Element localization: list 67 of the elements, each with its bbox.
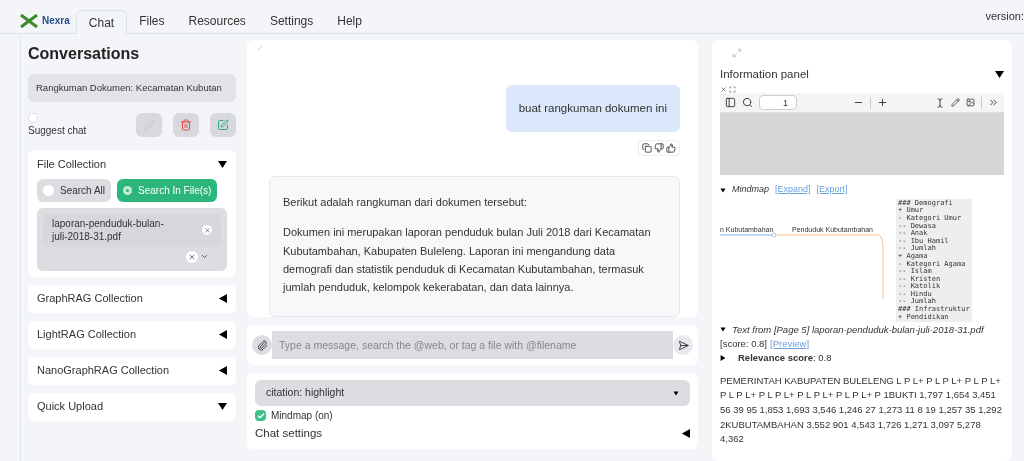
down-triangle-icon[interactable] [218, 159, 227, 169]
thumbs-down-icon[interactable] [654, 143, 664, 154]
suggest-checkbox[interactable] [28, 112, 38, 123]
pencil-icon[interactable] [951, 98, 960, 108]
delete-button[interactable] [173, 113, 199, 137]
down-triangle-icon[interactable] [720, 327, 726, 333]
image-icon[interactable] [966, 98, 975, 108]
panel-title: Information panel [720, 67, 809, 82]
sidebar-toggle-icon[interactable] [725, 97, 736, 109]
section-title: File Collection [37, 157, 107, 172]
citation-dropdown[interactable]: citation: highlight [255, 380, 690, 406]
right-triangle-icon[interactable] [720, 355, 726, 362]
left-triangle-icon[interactable] [218, 294, 227, 303]
source-title: Text from [Page 5] laporan-penduduk-bulan-juli-2018-31.pdf [732, 322, 984, 337]
nav-tab[interactable]: Help [325, 9, 374, 33]
collection-section[interactable]: NanoGraphRAG Collection [28, 356, 236, 385]
new-chat-icon [217, 119, 229, 131]
score-label: [score: 0.8] [720, 337, 767, 351]
mindmap-checkbox[interactable] [255, 410, 266, 421]
conversation-dropdown[interactable]: Rangkuman Dokumen: Kecamatan Kubutan [28, 74, 236, 102]
page-number-field[interactable]: 1 [759, 95, 797, 111]
message-paragraph: Dokumen ini merupakan laporan penduduk bulan Juli 2018 dari Kecamatan Kubutambahan, Kabupaten Buleleng. Laporan ini mengandung data demografi dan statistik penduduk di Kecamatan Kubutambahan, termasuk jumlah penduduk, kelompok kekerabatan, dan data lainnya. [283, 225, 652, 295]
send-button[interactable] [673, 335, 693, 355]
left-triangle-icon[interactable] [218, 366, 227, 375]
version-label: version: [985, 9, 1024, 24]
caret-icon[interactable] [200, 252, 209, 261]
source-text: PEMERINTAH KABUPATEN BULELENG L P L+ P L P L+ P L P L+ P L P L+ P L P L+ P L P L+ P L P L+ P 1BUKTI 1,797 1,654 3,451 56 39 95 1,853 1,693 3,546 1,246 27 1,273 11 8 19 1,257 35 1,292 2KUBUTAMBAHAN 3,552 901 4,543 1,726 1,271 3,097 5,278 4,362 [720, 373, 1003, 447]
nav-tab[interactable]: Files [127, 9, 177, 33]
mindmap-label: Mindmap (on) [271, 409, 333, 423]
left-triangle-icon[interactable] [218, 330, 227, 339]
clear-icon[interactable] [186, 250, 198, 263]
send-icon [677, 339, 689, 351]
message-input[interactable]: Type a message, search the @web, or tag a file with @filename [272, 331, 673, 359]
nav-tab[interactable]: Settings [257, 9, 326, 33]
attach-button[interactable] [252, 335, 272, 355]
message-paragraph: Berikut adalah rangkuman dari dokumen tersebut: [283, 195, 528, 211]
relevance-score: Relevance score: 0.8 [738, 351, 832, 366]
collection-section[interactable]: LightRAG Collection [28, 320, 236, 349]
down-triangle-icon[interactable] [720, 187, 726, 193]
search-option[interactable]: Search All [37, 178, 112, 202]
text-cursor-icon[interactable] [935, 97, 945, 108]
sidebar-title: Conversations [28, 44, 141, 64]
nav-tab[interactable]: Resources [176, 9, 258, 33]
mindmap-title: Mindmap [732, 183, 769, 197]
close-icon[interactable] [720, 86, 727, 94]
user-message: buat rangkuman dokumen ini [505, 85, 680, 133]
nav-tab[interactable]: Chat [75, 10, 128, 34]
logo-icon [20, 13, 38, 28]
remove-file-icon[interactable] [202, 225, 212, 235]
chat-settings-title: Chat settings [255, 426, 323, 441]
search-icon[interactable] [742, 97, 753, 109]
copy-icon[interactable] [642, 143, 652, 154]
new-chat-button[interactable] [210, 113, 236, 137]
left-triangle-icon[interactable] [681, 429, 690, 439]
down-triangle-icon[interactable] [673, 390, 679, 396]
paperclip-icon [256, 339, 268, 351]
trash-icon [180, 119, 192, 131]
down-triangle-icon[interactable] [995, 70, 1004, 80]
collection-section[interactable]: GraphRAG Collection [28, 284, 236, 313]
zoom-in-icon[interactable] [877, 97, 888, 109]
file-chip: laporan-penduduk-bulan-juli-2018-31.pdf [43, 213, 221, 247]
suggest-label: Suggest chat [28, 123, 87, 138]
file-select-field[interactable]: laporan-penduduk-bulan-juli-2018-31.pdf [37, 207, 227, 271]
thumbs-up-icon[interactable] [666, 143, 676, 154]
collection-section[interactable]: Quick Upload [28, 392, 236, 421]
brand-name: Nexra [42, 14, 70, 28]
down-triangle-icon[interactable] [218, 402, 227, 411]
